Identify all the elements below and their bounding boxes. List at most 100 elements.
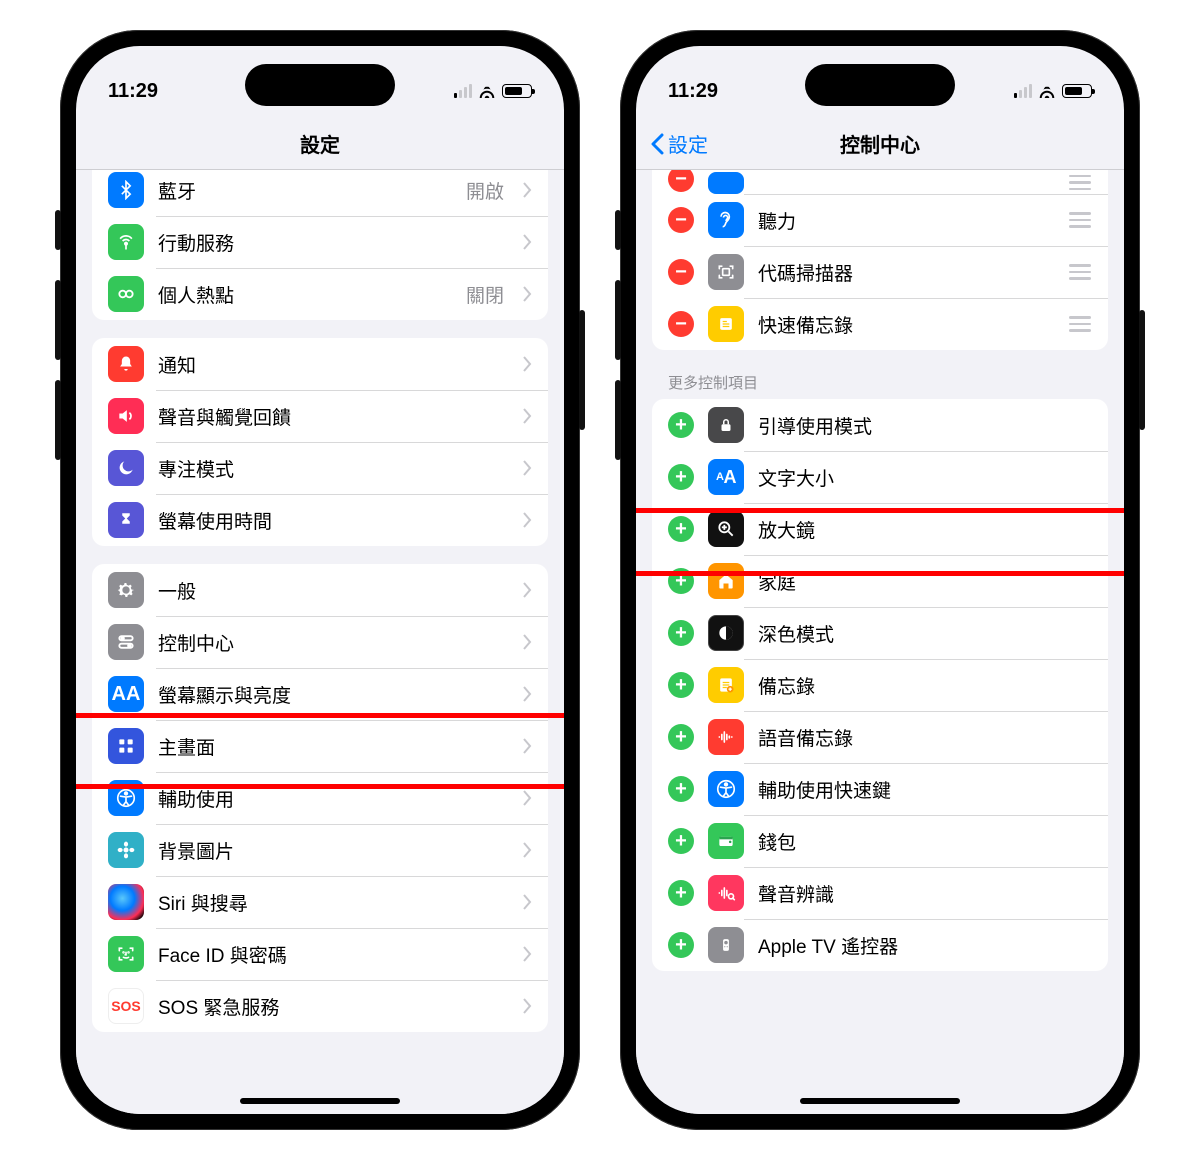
settings-list[interactable]: 藍牙 開啟 行動服務 個人熱點 關閉: [76, 170, 564, 1114]
add-icon[interactable]: +: [668, 828, 694, 854]
row-label: 一般: [158, 577, 508, 604]
waveform-icon: [708, 719, 744, 755]
cc-more-row-wallet[interactable]: + 錢包: [652, 815, 1108, 867]
settings-row-notifications[interactable]: 通知: [92, 338, 548, 390]
row-label: 螢幕顯示與亮度: [158, 681, 508, 708]
row-label: Apple TV 遙控器: [758, 932, 1092, 959]
row-label: 個人熱點: [158, 281, 452, 308]
cc-more-row-accessibility-shortcut[interactable]: + 輔助使用快速鍵: [652, 763, 1108, 815]
battery-icon: [1062, 84, 1092, 98]
settings-row-wallpaper[interactable]: 背景圖片: [92, 824, 548, 876]
add-icon[interactable]: +: [668, 568, 694, 594]
settings-row-hotspot[interactable]: 個人熱點 關閉: [92, 268, 548, 320]
settings-row-focus[interactable]: 專注模式: [92, 442, 548, 494]
settings-row-bluetooth[interactable]: 藍牙 開啟: [92, 170, 548, 216]
cc-more-row-notes[interactable]: + 備忘錄: [652, 659, 1108, 711]
row-label: Face ID 與密碼: [158, 941, 508, 968]
remove-icon[interactable]: −: [668, 170, 694, 192]
cc-included-row-scanner[interactable]: − 代碼掃描器: [652, 246, 1108, 298]
text-size-icon: AA: [708, 459, 744, 495]
add-icon[interactable]: +: [668, 516, 694, 542]
chevron-right-icon: [522, 894, 532, 910]
magnifier-icon: [708, 511, 744, 547]
cc-more-row-text-size[interactable]: + AA 文字大小: [652, 451, 1108, 503]
battery-icon: [502, 84, 532, 98]
settings-row-sounds[interactable]: 聲音與觸覺回饋: [92, 390, 548, 442]
settings-row-accessibility[interactable]: 輔助使用: [92, 772, 548, 824]
reorder-handle[interactable]: [1068, 175, 1092, 191]
remove-icon[interactable]: −: [668, 207, 694, 233]
add-icon[interactable]: +: [668, 932, 694, 958]
add-icon[interactable]: +: [668, 724, 694, 750]
page-title: 設定: [300, 129, 340, 158]
cc-more-row-dark-mode[interactable]: + 深色模式: [652, 607, 1108, 659]
row-label: 聲音與觸覺回饋: [158, 403, 508, 430]
reorder-handle[interactable]: [1068, 212, 1092, 228]
cc-more-row-voice-memos[interactable]: + 語音備忘錄: [652, 711, 1108, 763]
wifi-icon: [1038, 84, 1056, 98]
add-icon[interactable]: +: [668, 672, 694, 698]
remote-icon: [708, 927, 744, 963]
hourglass-icon: [108, 502, 144, 538]
row-label: 藍牙: [158, 177, 452, 204]
home-icon: [708, 563, 744, 599]
chevron-right-icon: [522, 460, 532, 476]
row-label: 深色模式: [758, 620, 1092, 647]
settings-row-sos[interactable]: SOS SOS 緊急服務: [92, 980, 548, 1032]
home-indicator[interactable]: [240, 1098, 400, 1104]
back-label: 設定: [668, 129, 708, 158]
cc-included-row-quicknote[interactable]: − 快速備忘錄: [652, 298, 1108, 350]
cc-included-row[interactable]: − 音樂辨識: [652, 170, 1108, 194]
reorder-handle[interactable]: [1068, 264, 1092, 280]
cc-more-row-home[interactable]: + 家庭: [652, 555, 1108, 607]
cc-more-row-apple-tv-remote[interactable]: + Apple TV 遙控器: [652, 919, 1108, 971]
row-label: 輔助使用: [158, 785, 508, 812]
row-label: 聲音辨識: [758, 880, 1092, 907]
chevron-right-icon: [522, 582, 532, 598]
cc-more-row-sound-recognition[interactable]: + 聲音辨識: [652, 867, 1108, 919]
settings-row-screen-time[interactable]: 螢幕使用時間: [92, 494, 548, 546]
add-icon[interactable]: +: [668, 880, 694, 906]
row-label: SOS 緊急服務: [158, 993, 508, 1020]
settings-row-control-center[interactable]: 控制中心: [92, 616, 548, 668]
dynamic-island: [805, 64, 955, 106]
settings-row-general[interactable]: 一般: [92, 564, 548, 616]
settings-row-cellular[interactable]: 行動服務: [92, 216, 548, 268]
add-icon[interactable]: +: [668, 620, 694, 646]
row-label: 文字大小: [758, 464, 1092, 491]
chevron-right-icon: [522, 738, 532, 754]
cellular-icon: [454, 84, 472, 98]
settings-row-siri[interactable]: Siri 與搜尋: [92, 876, 548, 928]
back-button[interactable]: 設定: [650, 118, 708, 169]
face-id-icon: [108, 936, 144, 972]
row-label: 輔助使用快速鍵: [758, 776, 1092, 803]
status-time: 11:29: [108, 80, 158, 103]
chevron-right-icon: [522, 182, 532, 198]
add-icon[interactable]: +: [668, 412, 694, 438]
remove-icon[interactable]: −: [668, 311, 694, 337]
home-indicator[interactable]: [800, 1098, 960, 1104]
reorder-handle[interactable]: [1068, 316, 1092, 332]
settings-row-home-screen[interactable]: 主畫面: [92, 720, 548, 772]
music-recognition-icon: [708, 172, 744, 194]
row-label: 專注模式: [158, 455, 508, 482]
cc-more-row-magnifier[interactable]: + 放大鏡: [652, 503, 1108, 555]
lock-icon: [708, 407, 744, 443]
chevron-right-icon: [522, 286, 532, 302]
add-icon[interactable]: +: [668, 464, 694, 490]
row-label: 錢包: [758, 828, 1092, 855]
moon-icon: [108, 450, 144, 486]
settings-row-faceid[interactable]: Face ID 與密碼: [92, 928, 548, 980]
chevron-right-icon: [522, 686, 532, 702]
cc-more-row-guided-access[interactable]: + 引導使用模式: [652, 399, 1108, 451]
add-icon[interactable]: +: [668, 776, 694, 802]
remove-icon[interactable]: −: [668, 259, 694, 285]
control-center-list[interactable]: − 音樂辨識 − 聽力 −: [636, 170, 1124, 1114]
sos-icon: SOS: [108, 988, 144, 1024]
row-detail: 開啟: [466, 177, 504, 204]
section-header: 更多控制項目: [668, 372, 1092, 393]
settings-row-display[interactable]: AA 螢幕顯示與亮度: [92, 668, 548, 720]
cc-included-row-hearing[interactable]: − 聽力: [652, 194, 1108, 246]
phone-frame-right: 11:29 設定 控制中心 −: [620, 30, 1140, 1130]
sound-recognition-icon: [708, 875, 744, 911]
